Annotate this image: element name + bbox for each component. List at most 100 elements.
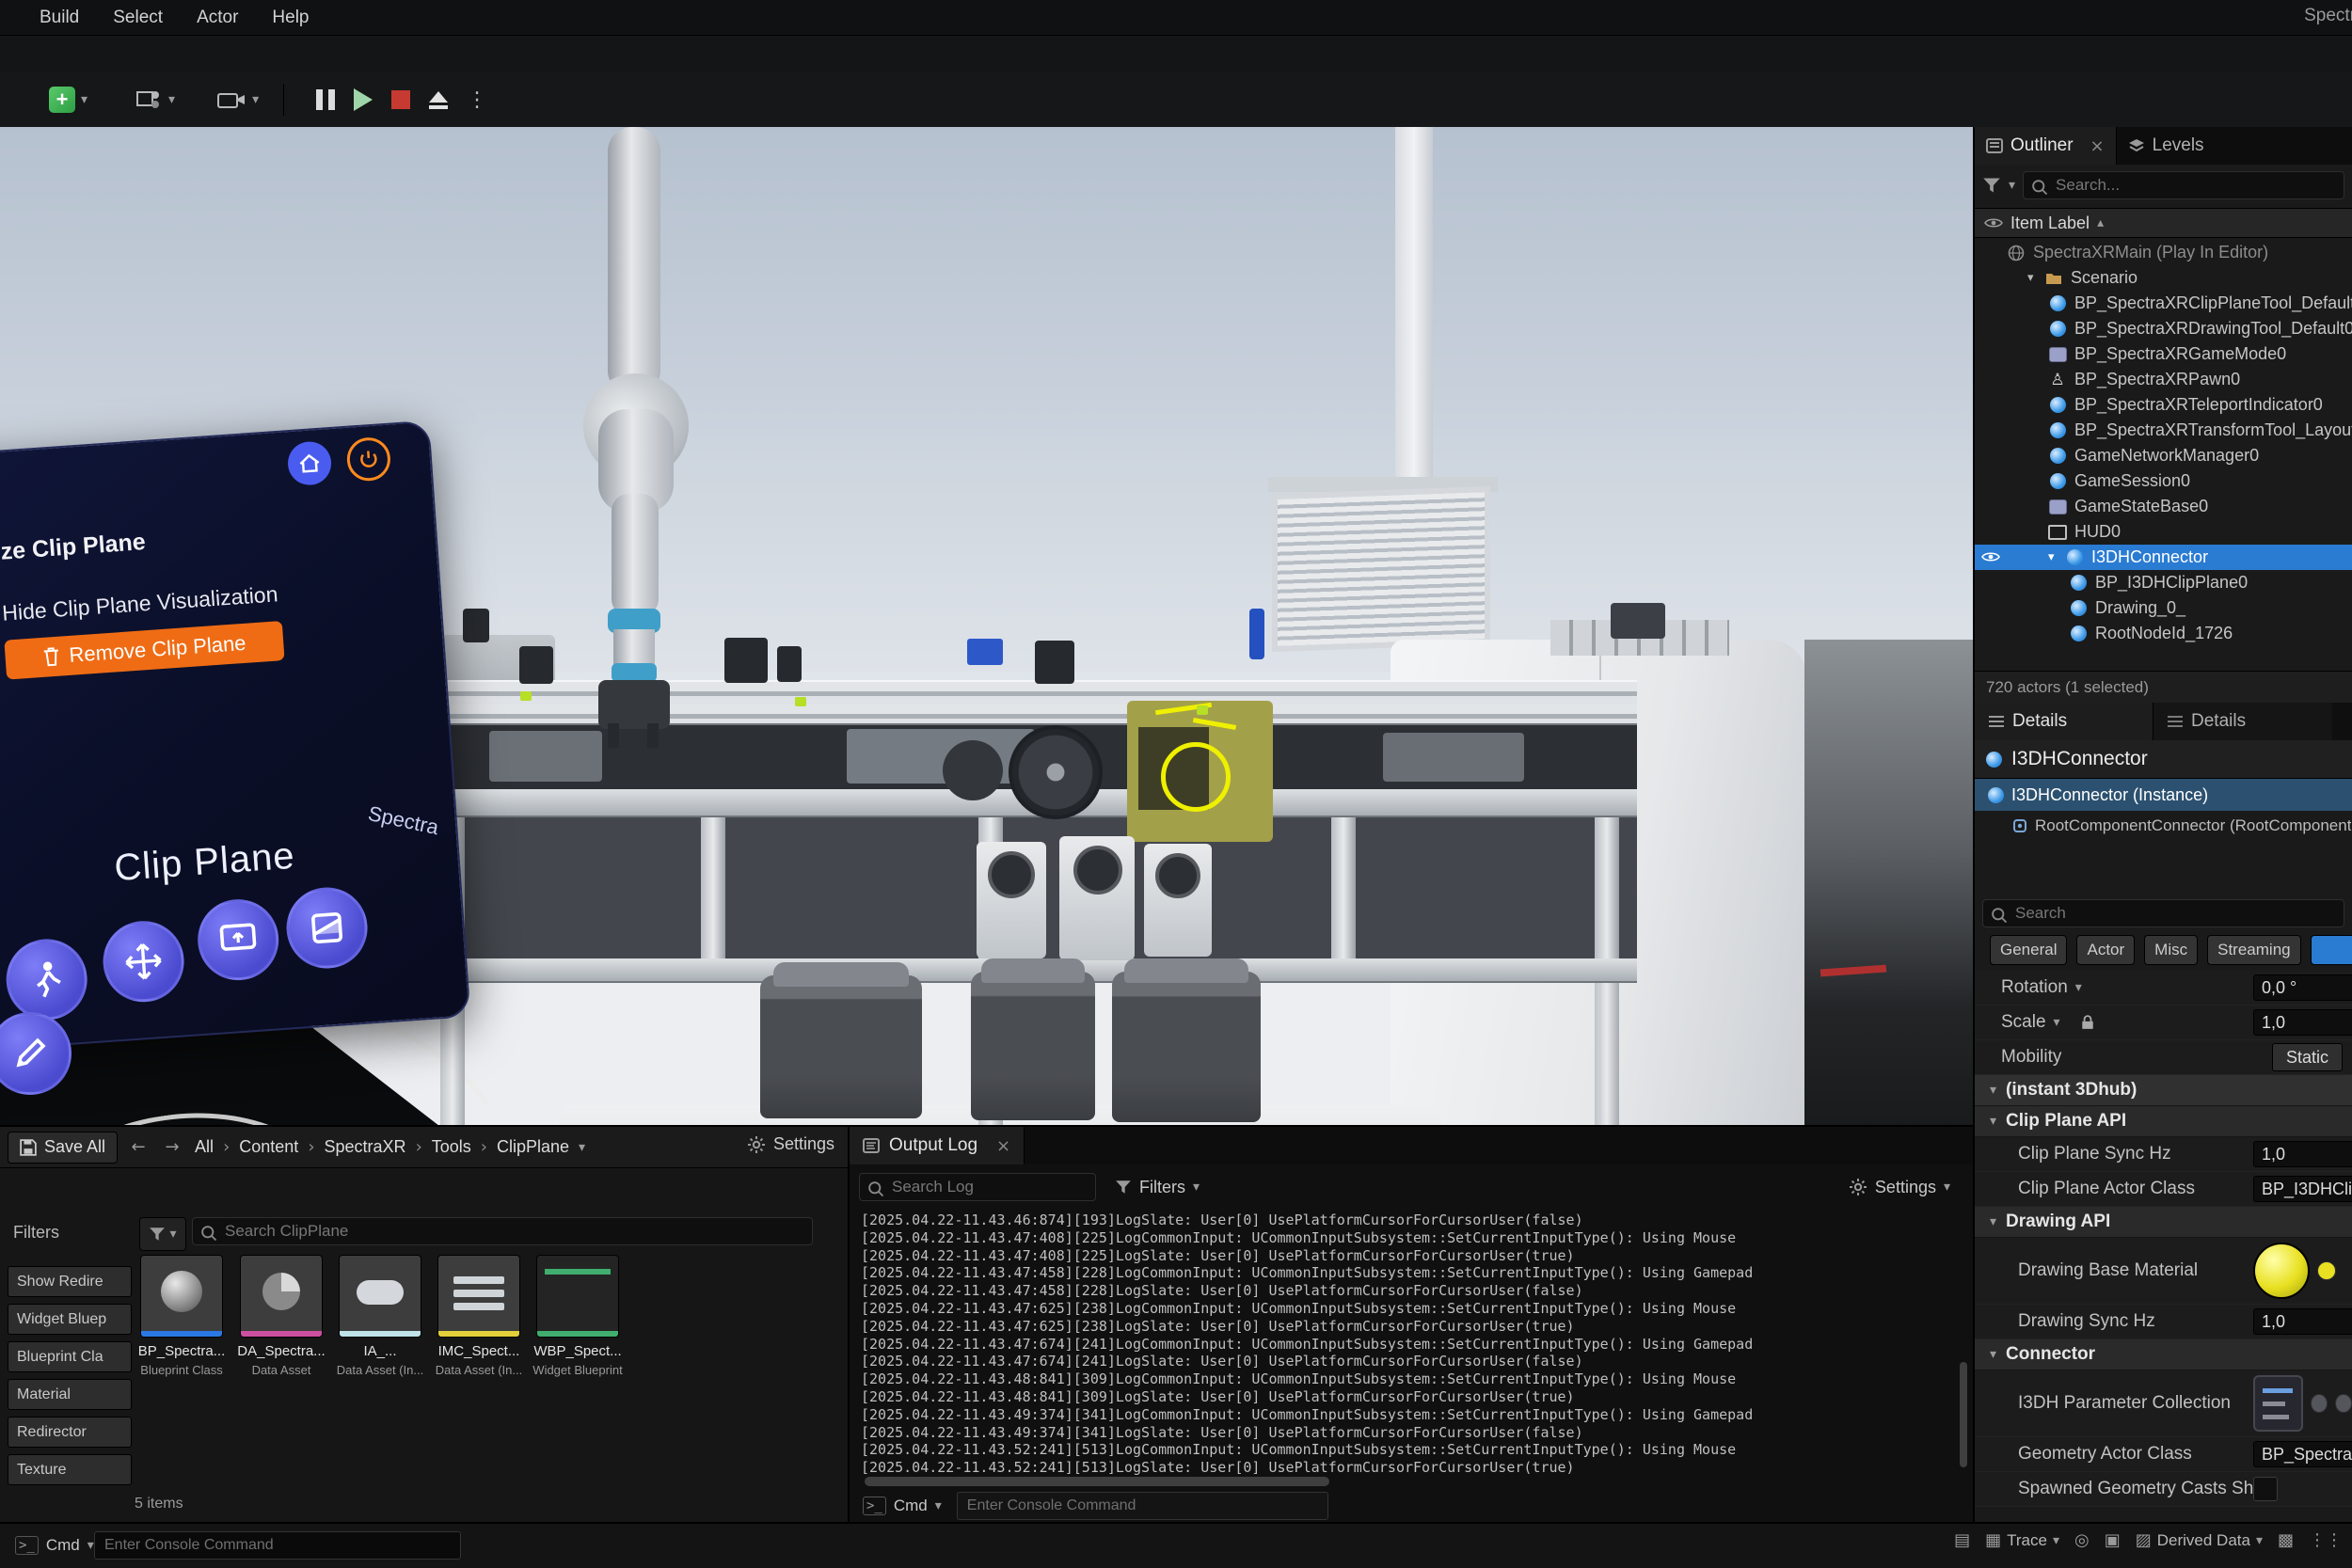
tab-details-2[interactable]: Details <box>2153 703 2332 740</box>
filter-extra-button[interactable] <box>2311 935 2352 965</box>
asset-tile[interactable]: WBP_Spect... Widget Blueprint <box>531 1255 625 1377</box>
pause-button[interactable] <box>307 80 344 119</box>
locate-icon[interactable]: ▣ <box>2105 1530 2121 1550</box>
save-all-button[interactable]: Save All <box>8 1132 118 1164</box>
back-button[interactable]: ← <box>125 1134 151 1161</box>
asset-tile[interactable]: DA_Spectra... Data Asset <box>234 1255 328 1377</box>
play-button[interactable] <box>344 80 382 119</box>
breadcrumb-clipplane[interactable]: ClipPlane <box>495 1137 571 1157</box>
outliner-column-header[interactable]: Item Label ▴ <box>1975 208 2352 238</box>
menu-actor[interactable]: Actor <box>180 8 255 28</box>
tab-levels[interactable]: Levels <box>2117 127 2216 165</box>
log-console-input[interactable] <box>957 1492 1328 1520</box>
details-component-row[interactable]: RootComponentConnector (RootComponent <box>1975 811 2352 841</box>
horizontal-scrollbar[interactable] <box>865 1477 1329 1486</box>
visualize-clip-plane-item[interactable]: ize Clip Plane <box>0 529 147 566</box>
outliner-row[interactable]: BP_SpectraXRGameMode0 <box>1975 341 2352 367</box>
derived-data-button[interactable]: ▨ Derived Data ▾ <box>2136 1530 2263 1550</box>
filter-chip-widget-blueprint[interactable]: Widget Bluep <box>8 1304 132 1335</box>
cmd-dropdown[interactable]: >_ Cmd ▾ <box>855 1492 949 1520</box>
drawing-sync-input[interactable]: 1,0 <box>2253 1308 2352 1335</box>
material-thumbnail[interactable] <box>2253 1243 2310 1299</box>
filters-funnel-button[interactable]: ▾ <box>139 1217 186 1251</box>
eject-button[interactable] <box>420 80 457 119</box>
section-clip-plane-api[interactable]: ▾ Clip Plane API <box>1975 1106 2352 1137</box>
outliner-row[interactable]: Drawing_0_ <box>1975 595 2352 621</box>
tab-output-log[interactable]: Output Log × <box>850 1127 1025 1164</box>
vertical-scrollbar[interactable] <box>1960 1362 1967 1467</box>
chevron-down-icon[interactable]: ▾ <box>2054 1015 2060 1030</box>
outliner-row[interactable]: HUD0 <box>1975 519 2352 545</box>
asset-tile[interactable]: IMC_Spect... Data Asset (In... <box>432 1255 526 1377</box>
section-drawing-api[interactable]: ▾ Drawing API <box>1975 1207 2352 1238</box>
filter-chip-blueprint-class[interactable]: Blueprint Cla <box>8 1341 132 1372</box>
outliner-search-input[interactable] <box>2023 171 2344 199</box>
quick-add-button[interactable]: +▾ <box>40 80 97 119</box>
expand-arrow-icon[interactable]: ▾ <box>2048 550 2065 564</box>
visibility-eye-icon[interactable] <box>1981 547 2002 567</box>
stop-button[interactable] <box>382 80 420 119</box>
row-option-button[interactable] <box>2311 1394 2328 1413</box>
asset-tile[interactable]: BP_Spectra... Blueprint Class <box>135 1255 229 1377</box>
home-button[interactable] <box>286 440 332 486</box>
chevron-down-icon[interactable]: ▾ <box>2075 980 2082 995</box>
play-options-button[interactable]: ⋮ <box>457 80 497 119</box>
breadcrumb-tools[interactable]: Tools <box>430 1137 473 1157</box>
menu-select[interactable]: Select <box>96 8 180 28</box>
power-button[interactable] <box>345 436 391 483</box>
walk-mode-button[interactable] <box>4 937 90 1023</box>
filter-icon[interactable] <box>1982 177 2001 194</box>
camera-options-button[interactable]: ▾ <box>207 80 268 119</box>
editor-modes-button[interactable]: ▾ <box>125 80 184 119</box>
outliner-row[interactable]: BP_I3DHClipPlane0 <box>1975 570 2352 595</box>
outliner-row[interactable]: BP_SpectraXRTransformTool_LayoutF <box>1975 418 2352 443</box>
outliner-row[interactable]: GameSession0 <box>1975 468 2352 494</box>
revision-control-icon[interactable]: ▩ <box>2278 1530 2294 1550</box>
clip-class-dropdown[interactable]: BP_I3DHClip <box>2253 1176 2352 1202</box>
log-search-input[interactable] <box>859 1173 1096 1201</box>
content-settings-button[interactable]: Settings <box>747 1134 834 1154</box>
section-connector[interactable]: ▾ Connector <box>1975 1339 2352 1370</box>
close-tab-icon[interactable]: × <box>996 1136 1010 1156</box>
outliner-row[interactable]: ♙BP_SpectraXRPawn0 <box>1975 367 2352 392</box>
row-option-button[interactable] <box>2335 1394 2352 1413</box>
casts-shadow-checkbox[interactable] <box>2253 1477 2278 1501</box>
details-instance-row[interactable]: I3DHConnector (Instance) <box>1975 779 2352 811</box>
forward-button[interactable]: → <box>159 1134 185 1161</box>
filter-chip-redirector[interactable]: Redirector <box>8 1417 132 1448</box>
filter-chip-material[interactable]: Material <box>8 1379 132 1410</box>
filter-misc-button[interactable]: Misc <box>2144 935 2198 965</box>
outliner-row[interactable]: GameStateBase0 <box>1975 494 2352 519</box>
asset-tile[interactable]: IA_... Data Asset (In... <box>333 1255 427 1377</box>
log-settings-button[interactable]: Settings ▾ <box>1849 1168 1950 1206</box>
details-search-input[interactable] <box>1982 899 2344 927</box>
filter-streaming-button[interactable]: Streaming <box>2207 935 2300 965</box>
level-viewport[interactable]: ize Clip Plane Hide Clip Plane Visualiza… <box>0 127 1973 1125</box>
log-filters-button[interactable]: Filters ▾ <box>1105 1172 1209 1202</box>
expand-arrow-icon[interactable]: ▾ <box>2027 271 2044 285</box>
filter-chip-show-redirectors[interactable]: Show Redire <box>8 1266 132 1297</box>
status-console-input[interactable] <box>94 1531 461 1560</box>
section-instant-3dhub[interactable]: ▾ (instant 3Dhub) <box>1975 1075 2352 1106</box>
move-mode-button[interactable] <box>101 918 187 1005</box>
status-cmd-dropdown[interactable]: >_ Cmd ▾ <box>8 1531 102 1560</box>
menu-help[interactable]: Help <box>255 8 326 28</box>
scale-input[interactable]: 1,0 <box>2253 1009 2352 1036</box>
outliner-row-folder[interactable]: ▾ Scenario <box>1975 265 2352 291</box>
status-menu-icon[interactable]: ⋮⋮ <box>2309 1530 2343 1550</box>
outliner-row[interactable]: BP_SpectraXRDrawingTool_Default0 <box>1975 316 2352 341</box>
tab-details-1[interactable]: Details <box>1975 703 2153 740</box>
breadcrumb-content[interactable]: Content <box>237 1137 300 1157</box>
menu-build[interactable]: Build <box>23 8 96 28</box>
log-line-list[interactable]: [2025.04.22-11.43.46:874][193]LogSlate: … <box>861 1212 1962 1477</box>
content-search-input[interactable] <box>192 1217 813 1245</box>
filter-actor-button[interactable]: Actor <box>2076 935 2135 965</box>
outliner-row[interactable]: RootNodeId_1726 <box>1975 621 2352 646</box>
remove-clip-plane-button[interactable]: Remove Clip Plane <box>4 621 284 680</box>
breadcrumb-dropdown-icon[interactable]: ▾ <box>579 1140 585 1155</box>
breadcrumb-spectraxr[interactable]: SpectraXR <box>323 1137 408 1157</box>
outliner-row[interactable]: BP_SpectraXRTeleportIndicator0 <box>1975 392 2352 418</box>
parameter-collection-thumbnail[interactable] <box>2253 1375 2303 1432</box>
outliner-row-selected[interactable]: ▾ I3DHConnector <box>1975 545 2352 570</box>
outliner-row[interactable]: BP_SpectraXRClipPlaneTool_Default0 <box>1975 291 2352 316</box>
